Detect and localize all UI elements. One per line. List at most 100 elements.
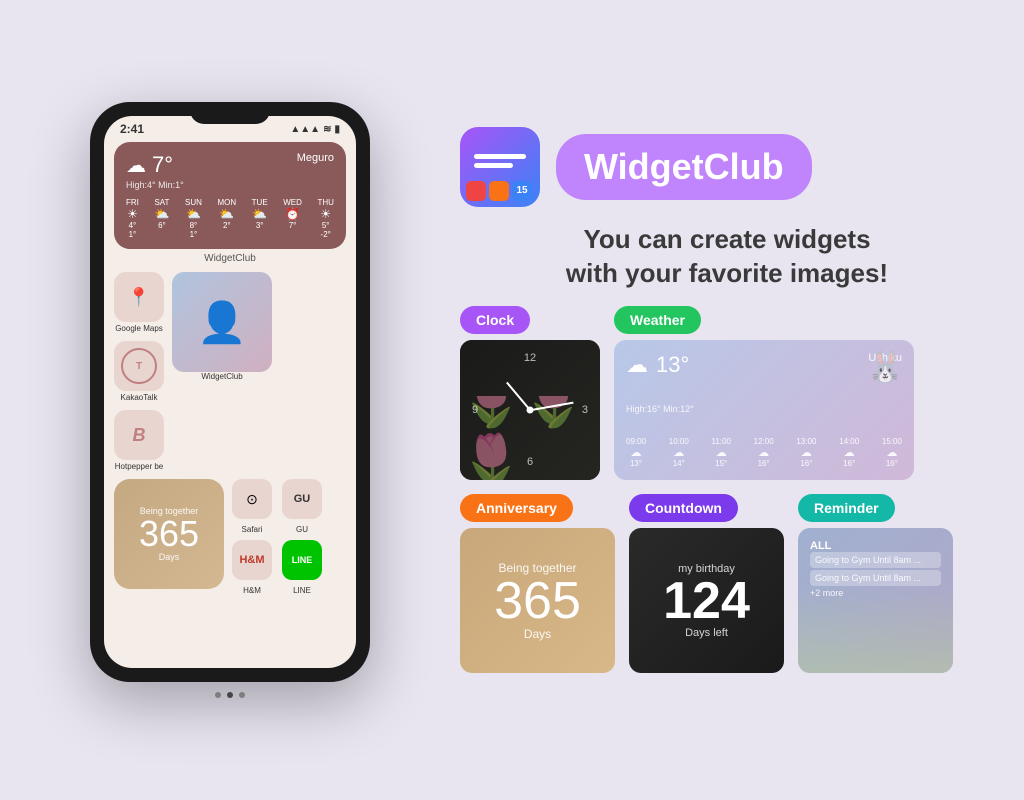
countdown-widget-item: Countdown my birthday 124 Days left [629, 494, 784, 673]
anniversary-badge: Anniversary [460, 494, 573, 522]
widget-row-2: Anniversary Being together 365 Days Coun… [460, 494, 994, 673]
phone-pagination [215, 692, 245, 698]
weather-bunny: 🐰 [867, 350, 904, 385]
reminder-bg [798, 586, 953, 673]
maps-app: 📍 Google Maps [114, 272, 164, 333]
gu-label: GU [296, 525, 308, 534]
phone-weather-widget: ☁ 7° High:4° Min:1° Meguro FRI☀4°1° SAT⛅… [114, 142, 346, 249]
phone-screen: 2:41 ▲▲▲ ≋ ▮ ☁ 7° [104, 116, 356, 668]
page-dot-2 [227, 692, 233, 698]
phone-weather-city: Meguro [297, 152, 334, 164]
phone-mockup: 2:41 ▲▲▲ ≋ ▮ ☁ 7° [90, 102, 370, 682]
bottom-row: Being together 365 Days ⊙ Safari H&M H&M… [104, 475, 356, 599]
clock-badge: Clock [460, 306, 530, 334]
sub-icon-num: 15 [512, 181, 532, 201]
maps-icon: 📍 [114, 272, 164, 322]
widget-row-1: Clock 🌷🌷🌷 12 3 6 9 [460, 306, 994, 480]
tagline-line1: You can create widgets [460, 223, 994, 257]
weather-top: ☁ 7° High:4° Min:1° Meguro [126, 152, 334, 190]
weather-day-sat: SAT⛅6° [154, 198, 169, 239]
app-name-pill: WidgetClub [556, 134, 812, 200]
phone-cloud-icon: ☁ [126, 153, 146, 178]
status-time: 2:41 [120, 122, 144, 136]
kakao-label: KakaoTalk [121, 393, 158, 402]
countdown-badge: Countdown [629, 494, 738, 522]
kakao-icon: T [114, 341, 164, 391]
app-grid: 📍 Google Maps T KakaoTalk B [104, 268, 356, 475]
anni-prev-days: 365 [494, 575, 581, 627]
reminder-widget-item: Reminder ALL Going to Gym Until 8am ... … [798, 494, 953, 673]
countdown-preview: my birthday 124 Days left [629, 528, 784, 673]
weather-prev-highlow: High:16° Min:12° [626, 404, 902, 414]
weather-day-thu: THU☀5°-2° [317, 198, 333, 239]
weather-widget-item: Weather 🐰 ☁ 13° Ushiku [614, 306, 914, 480]
reminder-badge: Reminder [798, 494, 895, 522]
countdown-num: 124 [663, 575, 750, 627]
phone-anniversary-widget: Being together 365 Days [114, 479, 224, 589]
widget-section: Clock 🌷🌷🌷 12 3 6 9 [460, 306, 994, 673]
wifi-icon: ≋ [323, 124, 331, 135]
hotpepper-icon: B [114, 410, 164, 460]
clock-9: 9 [472, 404, 478, 416]
tagline-line2: with your favorite images! [460, 257, 994, 291]
phone-notch [190, 102, 270, 124]
maps-label: Google Maps [115, 324, 163, 333]
photo-widget: 👤 WidgetClub [172, 272, 272, 381]
reminder-more: +2 more [810, 588, 941, 598]
weather-badge: Weather [614, 306, 701, 334]
reminder-preview: ALL Going to Gym Until 8am ... Going to … [798, 528, 953, 673]
hotpepper-label: Hotpepper be [115, 462, 163, 471]
weather-day-mon: MON⛅2° [217, 198, 236, 239]
clock-widget-item: Clock 🌷🌷🌷 12 3 6 9 [460, 306, 600, 480]
safari-icon: ⊙ [232, 479, 272, 519]
line-icon: LINE [282, 540, 322, 580]
page-dot-3 [239, 692, 245, 698]
phone-weather-highlow: High:4° Min:1° [126, 180, 184, 190]
photo-widget-label: WidgetClub [172, 372, 272, 381]
weather-cloud-icon: ☁ [626, 352, 648, 378]
phone-wrapper: 2:41 ▲▲▲ ≋ ▮ ☁ 7° [30, 102, 430, 698]
safari-label: Safari [242, 525, 263, 534]
phone-anni-days: 365 [139, 516, 199, 552]
forecast-1500: 15:00☁16° [882, 437, 902, 468]
clock-6: 6 [527, 456, 533, 468]
hotpepper-app: B Hotpepper be [114, 410, 164, 471]
anni-prev-label: Being together [498, 561, 576, 575]
anniversary-widget-item: Anniversary Being together 365 Days [460, 494, 615, 673]
forecast-1000: 10:00☁14° [669, 437, 689, 468]
status-icons: ▲▲▲ ≋ ▮ [290, 124, 340, 135]
sub-icon-orange [489, 181, 509, 201]
phone-weather-days: FRI☀4°1° SAT⛅6° SUN⛅8°1° MON⛅2° TUE⛅3° W… [126, 198, 334, 239]
main-container: 2:41 ▲▲▲ ≋ ▮ ☁ 7° [0, 0, 1024, 800]
app-name: WidgetClub [584, 146, 784, 187]
weather-day-tue: TUE⛅3° [252, 198, 268, 239]
phone-anni-label: Being together [140, 506, 199, 516]
clock-preview: 🌷🌷🌷 12 3 6 9 [460, 340, 600, 480]
gu-icon: GU [282, 479, 322, 519]
countdown-sublabel: Days left [685, 627, 728, 639]
signal-icon: ▲▲▲ [290, 124, 320, 135]
forecast-1400: 14:00☁16° [839, 437, 859, 468]
clock-center-dot [527, 407, 534, 414]
reminder-item2: Going to Gym Until 8am ... [810, 570, 941, 586]
anni-prev-unit: Days [524, 627, 551, 641]
kakao-app: T KakaoTalk [114, 341, 164, 402]
weather-prev-temp: 13° [656, 352, 689, 377]
countdown-label: my birthday [678, 563, 735, 575]
line-label: LINE [293, 586, 311, 595]
sub-icon-red [466, 181, 486, 201]
weather-prev-top: ☁ 13° Ushiku [626, 352, 902, 378]
weather-prev-left: ☁ 13° [626, 352, 689, 378]
app-col-left: 📍 Google Maps T KakaoTalk B [114, 272, 164, 471]
app-header: 15 WidgetClub [460, 127, 994, 207]
small-apps-group: ⊙ Safari H&M H&M GU GU LINE LINE [232, 479, 322, 595]
weather-prev-forecast: 09:00☁13° 10:00☁14° 11:00☁15° 12:00☁16° … [626, 437, 902, 468]
small-apps-col1: ⊙ Safari H&M H&M [232, 479, 272, 595]
forecast-1100: 11:00☁15° [712, 437, 731, 468]
hm-icon: H&M [232, 540, 272, 580]
clock-3: 3 [582, 404, 588, 416]
weather-preview: 🐰 ☁ 13° Ushiku High:16° Min:12° [614, 340, 914, 480]
small-apps-col2: GU GU LINE LINE [282, 479, 322, 595]
phone-weather-temp: 7° [152, 152, 173, 178]
reminder-title: ALL [810, 540, 941, 552]
